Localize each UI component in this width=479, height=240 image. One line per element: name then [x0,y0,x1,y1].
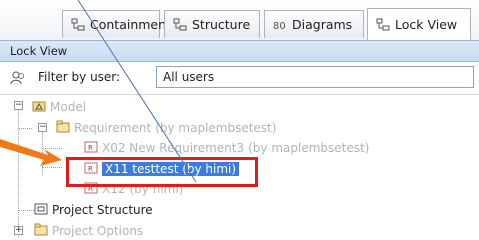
pointer-line [77,0,197,183]
annotation-overlay [0,0,197,183]
arrow-icon [0,139,62,166]
